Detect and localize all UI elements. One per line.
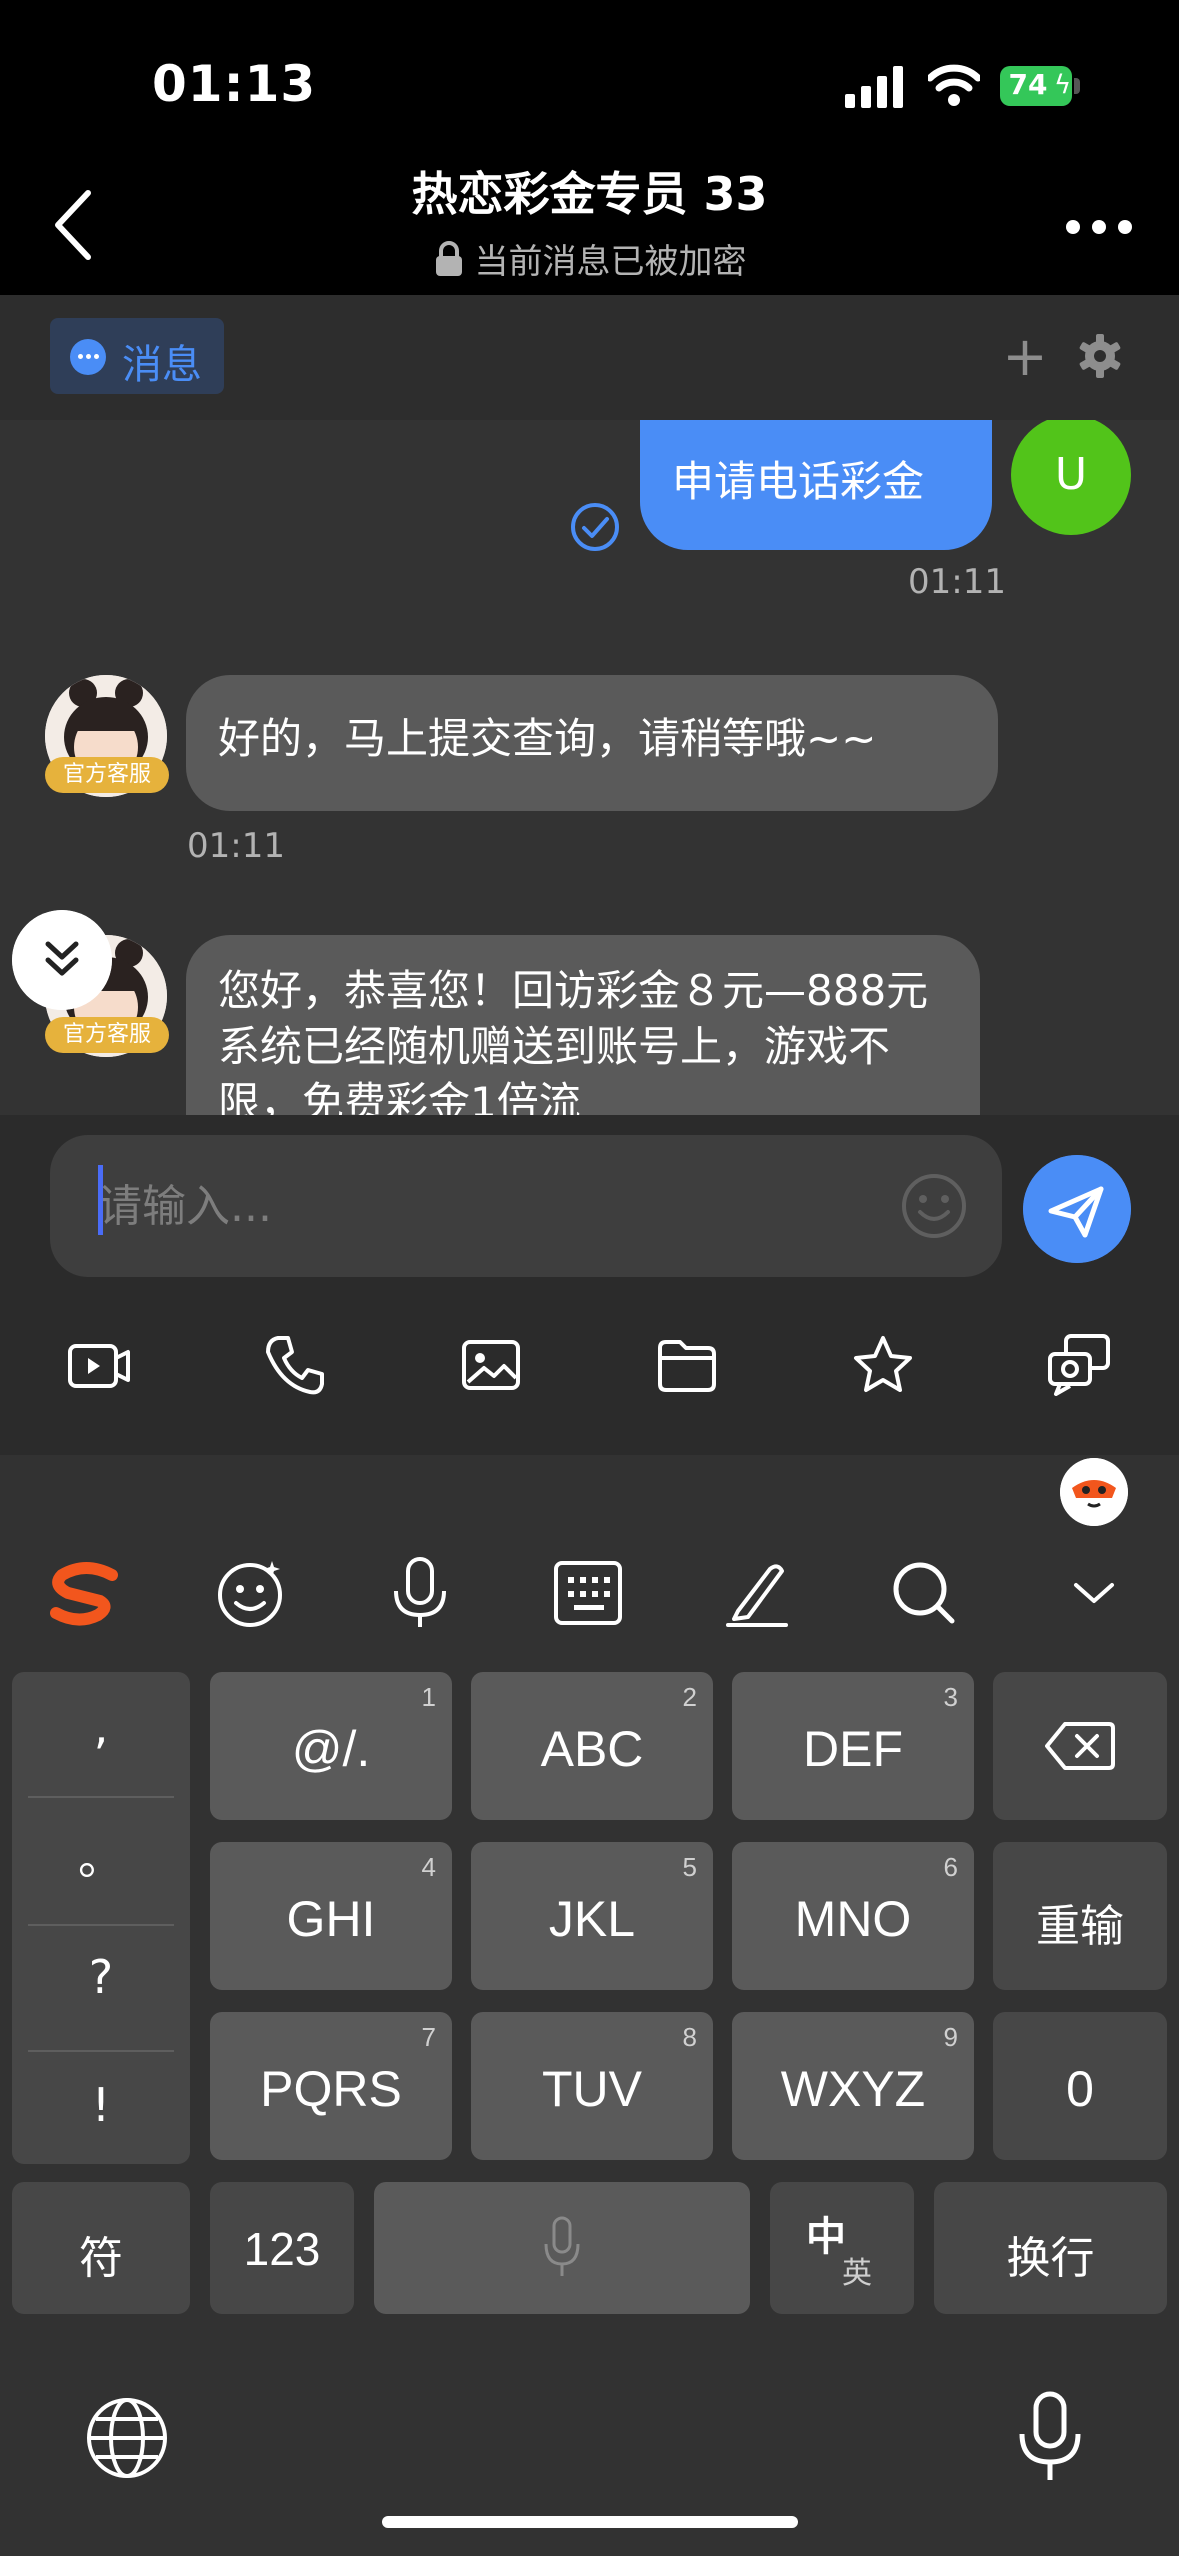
key-6[interactable]: MNO 6 (732, 1842, 974, 1990)
sogou-logo-icon[interactable] (46, 1555, 122, 1631)
key-0[interactable]: 0 (993, 2012, 1167, 2160)
numbers-key[interactable]: 123 (210, 2182, 354, 2314)
battery-icon: 74 ϟ (1000, 66, 1082, 106)
image-icon[interactable] (456, 1330, 526, 1400)
official-support-tag: 官方客服 (45, 757, 169, 793)
enter-key[interactable]: 换行 (934, 2182, 1167, 2314)
message-text: 您好，恭喜您！回访彩金８元—888元系统已经随机赠送到账号上，游戏不限，免费彩金… (218, 966, 929, 1115)
message-input[interactable] (50, 1135, 1002, 1277)
globe-icon[interactable] (84, 2395, 170, 2481)
battery-level: 74 (1008, 68, 1048, 101)
punct-period-key[interactable]: 。 (12, 1822, 190, 1888)
cellular-signal-icon (845, 66, 903, 108)
tab-messages-label: 消息 (122, 342, 202, 388)
chat-toolbar (0, 1290, 1179, 1455)
key-1[interactable]: @/. 1 (210, 1672, 452, 1820)
space-key[interactable] (374, 2182, 750, 2314)
chat-title: 热恋彩金专员 33 (411, 167, 768, 221)
scroll-to-bottom-button[interactable] (12, 910, 112, 1010)
star-icon[interactable] (848, 1330, 918, 1400)
handwriting-icon[interactable] (718, 1555, 794, 1631)
punct-question-key[interactable]: ? (12, 1950, 190, 2004)
microphone-icon[interactable] (382, 1555, 458, 1631)
status-time: 01:13 (152, 55, 317, 113)
keyboard-mascot-icon[interactable] (1060, 1458, 1128, 1526)
key-2[interactable]: ABC 2 (471, 1672, 713, 1820)
screen-share-icon[interactable] (1044, 1330, 1114, 1400)
key-7[interactable]: PQRS 7 (210, 2012, 452, 2160)
message-timestamp: 01:11 (908, 562, 1006, 602)
phone-icon[interactable] (260, 1330, 330, 1400)
message-text: 好的，马上提交查询，请稍等哦~~ (218, 714, 877, 763)
emoji-keyboard-icon[interactable] (212, 1555, 288, 1631)
agent-message-bubble[interactable]: 您好，恭喜您！回访彩金８元—888元系统已经随机赠送到账号上，游戏不限，免费彩金… (186, 935, 980, 1115)
encryption-notice: 当前消息已被加密 (0, 234, 1179, 283)
home-indicator[interactable] (382, 2516, 798, 2528)
punct-exclaim-key[interactable]: ! (12, 2078, 190, 2132)
wifi-icon (928, 64, 980, 106)
more-options-button[interactable] (1060, 200, 1140, 250)
encryption-notice-text: 当前消息已被加密 (474, 242, 747, 282)
key-5[interactable]: JKL 5 (471, 1842, 713, 1990)
agent-message-bubble[interactable]: 好的，马上提交查询，请稍等哦~~ (186, 675, 998, 811)
retype-key[interactable]: 重输 (993, 1842, 1167, 1990)
language-toggle-key[interactable]: 中 英 (770, 2182, 914, 2314)
read-receipt-icon (571, 503, 619, 551)
folder-icon[interactable] (652, 1330, 722, 1400)
user-avatar[interactable]: U (1011, 420, 1131, 535)
chat-bubble-icon (70, 339, 106, 375)
message-timestamp: 01:11 (187, 826, 285, 866)
user-message-bubble[interactable]: 申请电话彩金 (640, 420, 992, 550)
tab-messages[interactable]: 消息 (50, 318, 224, 394)
key-9[interactable]: WXYZ 9 (732, 2012, 974, 2160)
official-support-tag: 官方客服 (45, 1017, 169, 1053)
text-cursor (98, 1165, 103, 1235)
dictation-microphone-icon[interactable] (1010, 2390, 1090, 2486)
backspace-key[interactable] (993, 1672, 1167, 1820)
microphone-icon (544, 2216, 580, 2276)
search-icon[interactable] (886, 1555, 962, 1631)
add-icon[interactable]: + (1000, 330, 1050, 385)
symbols-key[interactable]: 符 (12, 2182, 190, 2314)
chevron-down-icon[interactable] (1056, 1555, 1132, 1631)
send-button[interactable] (1023, 1155, 1131, 1263)
punctuation-column[interactable]: , 。 ? ! (12, 1672, 190, 2164)
backspace-icon (1045, 1722, 1115, 1770)
message-text: 申请电话彩金 (672, 457, 925, 506)
key-4[interactable]: GHI 4 (210, 1842, 452, 1990)
lock-icon (435, 241, 462, 276)
key-8[interactable]: TUV 8 (471, 2012, 713, 2160)
key-3[interactable]: DEF 3 (732, 1672, 974, 1820)
emoji-icon[interactable] (900, 1172, 968, 1240)
gear-icon[interactable] (1076, 332, 1124, 380)
punct-comma-key[interactable]: , (12, 1700, 190, 1754)
chat-area[interactable]: 申请电话彩金 U 01:11 官方客服 好的，马上提交查询，请稍等哦~~ 01:… (0, 420, 1179, 1115)
keyboard-layout-icon[interactable] (550, 1555, 626, 1631)
video-icon[interactable] (64, 1330, 134, 1400)
